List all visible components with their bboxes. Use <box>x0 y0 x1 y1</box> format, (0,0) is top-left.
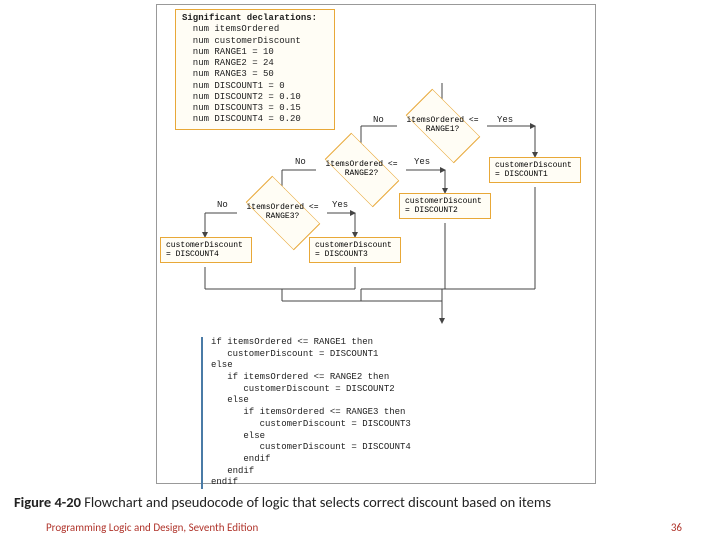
declarations-lines: num itemsOrdered num customerDiscount nu… <box>182 24 328 125</box>
action-discount3: customerDiscount = DISCOUNT3 <box>309 237 401 263</box>
declaration-line: num DISCOUNT1 = 0 <box>182 81 328 92</box>
action-discount2: customerDiscount = DISCOUNT2 <box>399 193 491 219</box>
label-no: No <box>217 200 228 210</box>
label-yes: Yes <box>332 200 348 210</box>
decision-range1: itemsOrdered <= RANGE1? <box>395 105 490 147</box>
decision-range2: itemsOrdered <= RANGE2? <box>314 149 409 191</box>
declaration-line: num itemsOrdered <box>182 24 328 35</box>
declaration-line: num DISCOUNT2 = 0.10 <box>182 92 328 103</box>
declaration-line: num RANGE1 = 10 <box>182 47 328 58</box>
label-no: No <box>373 115 384 125</box>
declaration-line: num DISCOUNT3 = 0.15 <box>182 103 328 114</box>
declaration-line: num DISCOUNT4 = 0.20 <box>182 114 328 125</box>
decision-range3: itemsOrdered <= RANGE3? <box>235 192 330 234</box>
figure-caption-text: Flowchart and pseudocode of logic that s… <box>81 493 551 511</box>
declaration-line: num RANGE3 = 50 <box>182 69 328 80</box>
declarations-box: Significant declarations: num itemsOrder… <box>175 9 335 130</box>
action-discount4: customerDiscount = DISCOUNT4 <box>160 237 252 263</box>
figure-container: Significant declarations: num itemsOrder… <box>156 4 596 484</box>
label-yes: Yes <box>497 115 513 125</box>
figure-label: Figure 4-20 <box>14 493 81 511</box>
declaration-line: num RANGE2 = 24 <box>182 58 328 69</box>
figure-caption: Figure 4-20 Flowchart and pseudocode of … <box>14 493 706 511</box>
pseudocode-block: if itemsOrdered <= RANGE1 then customerD… <box>201 337 561 489</box>
declarations-title: Significant declarations: <box>182 13 328 24</box>
footer-page-number: 36 <box>671 521 682 534</box>
footer-book-title: Programming Logic and Design, Seventh Ed… <box>46 521 258 534</box>
label-yes: Yes <box>414 157 430 167</box>
declaration-line: num customerDiscount <box>182 36 328 47</box>
label-no: No <box>295 157 306 167</box>
action-discount1: customerDiscount = DISCOUNT1 <box>489 157 581 183</box>
